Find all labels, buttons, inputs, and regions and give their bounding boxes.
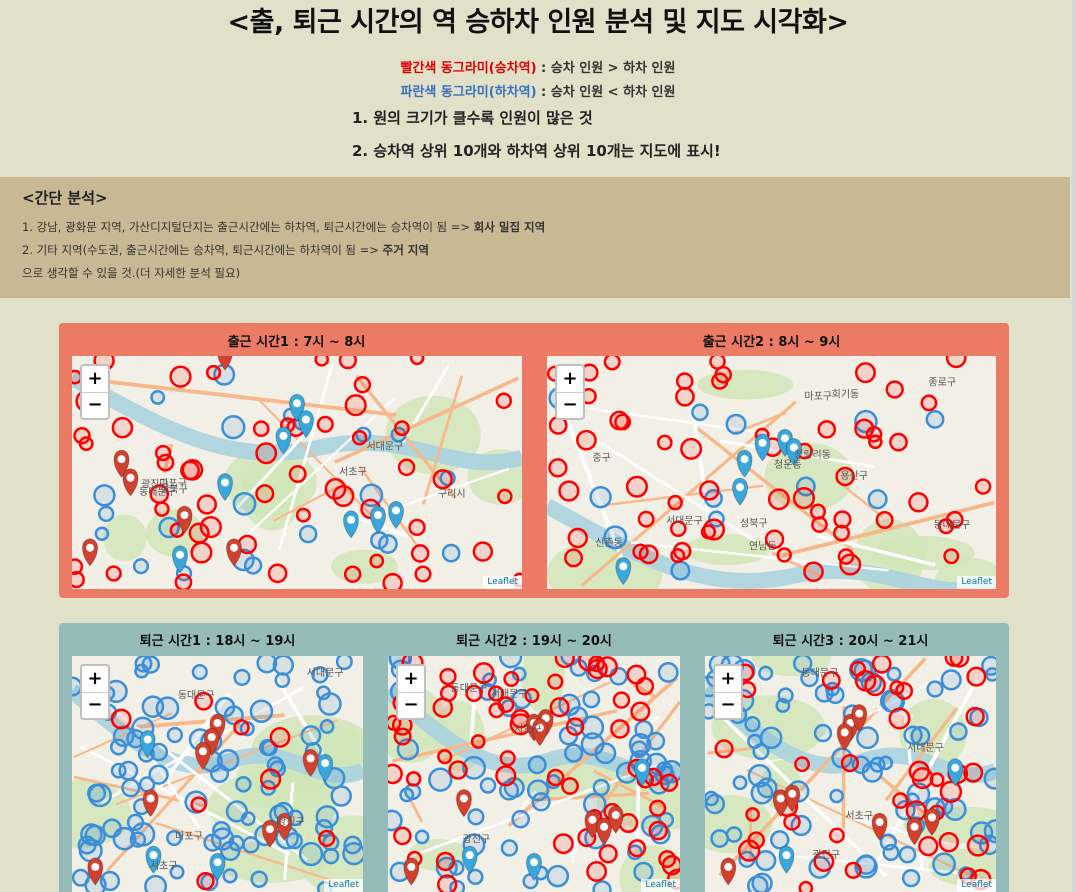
district-label: 마포구 (175, 831, 203, 843)
legend-blue-desc: : 승차 인원 < 하차 인원 (536, 85, 676, 100)
district-label: 서대문구 (307, 667, 344, 679)
district-label: 서초구 (339, 466, 367, 478)
map-morning-2[interactable]: 성북구 서대문구 종로구 동대문구 중구 용산구 마포구 신촌동 연남동 회기동 청량리동 청운동 +… (547, 356, 996, 589)
district-label: 연남동 (749, 540, 777, 552)
legend-blue: 파란색 동그라미(하차역) : 승차 인원 < 하차 인원 (0, 81, 1076, 100)
district-label: 광진구 (812, 849, 840, 861)
district-label: 중구 (592, 452, 610, 464)
map-evening-2[interactable]: 서대문구 동대문구광진구 서초구 + − Leaflet (388, 656, 680, 892)
zoom-control: + − (396, 664, 426, 720)
leaflet-attribution[interactable]: Leaflet (641, 879, 680, 892)
page-title: <출, 퇴근 시간의 역 승하차 인원 분석 및 지도 시각화> (227, 7, 849, 38)
district-label: 구리시 (438, 488, 466, 500)
district-label: 회기동 (832, 389, 860, 401)
map-title-e1: 퇴근 시간1 : 18시 ~ 19시 (139, 634, 296, 649)
zoom-out-button[interactable]: − (398, 692, 424, 718)
district-label: 동대문구 (933, 519, 970, 531)
map-morning-1[interactable]: 구리시 서대문구 동대문구 성북구 광진구 서초구 마포구 + − Leaflet (72, 356, 522, 589)
analysis-line-1: 1. 강남, 광화문 지역, 가산디지털단지는 출근시간에는 하차역, 퇴근시간… (22, 220, 546, 234)
district-label: 동대문구 (451, 682, 488, 694)
evening-panel: 퇴근 시간1 : 18시 ~ 19시 퇴근 시간2 : 19시 ~ 20시 퇴근… (59, 623, 1009, 892)
morning-panel: 출근 시간1 : 7시 ~ 8시 출근 시간2 : 8시 ~ 9시 구리시서대문… (59, 323, 1009, 598)
district-label: 서초구 (845, 810, 873, 822)
zoom-in-button[interactable]: + (715, 666, 741, 692)
district-label: 서대문구 (666, 515, 703, 527)
map-title-e3: 퇴근 시간3 : 20시 ~ 21시 (772, 634, 929, 649)
leaflet-attribution[interactable]: Leaflet (957, 879, 996, 892)
legend-red-desc: : 승차 인원 > 하차 인원 (536, 61, 676, 76)
legend-blue-label: 파란색 동그라미(하차역) (400, 85, 537, 100)
district-label: 서대문구 (491, 688, 528, 700)
legend-red: 빨간색 동그라미(승차역) : 승차 인원 > 하차 인원 (0, 57, 1076, 76)
map-evening-3[interactable]: 서대문구 동대문구광진구 서초구 + − Leaflet (705, 656, 996, 892)
district-label: 청운동 (774, 459, 802, 471)
zoom-control: + − (80, 364, 110, 420)
zoom-out-button[interactable]: − (557, 392, 583, 418)
analysis-box: <간단 분석> 1. 강남, 광화문 지역, 가산디지털단지는 출근시간에는 하… (0, 177, 1070, 298)
note-top-stations: 2. 승차역 상위 10개와 하차역 상위 10개는 지도에 표시! (352, 142, 721, 160)
zoom-in-button[interactable]: + (82, 366, 108, 392)
map-title-m2: 출근 시간2 : 8시 ~ 9시 (702, 335, 841, 350)
district-label: 용산구 (840, 470, 868, 482)
analysis-line-2: 2. 기타 지역(수도권, 출근시간에는 승차역, 퇴근시간에는 하차역이 됨 … (22, 243, 429, 257)
district-label: 광진구 (277, 816, 305, 828)
scrollbar-track[interactable] (1072, 0, 1076, 892)
analysis-heading: <간단 분석> (22, 189, 108, 207)
map-title-m1: 출근 시간1 : 7시 ~ 8시 (227, 335, 366, 350)
zoom-out-button[interactable]: − (82, 392, 108, 418)
district-label: 서초구 (150, 860, 178, 872)
district-label: 마포구 (159, 477, 187, 489)
district-label: 광진구 (463, 834, 491, 846)
zoom-in-button[interactable]: + (398, 666, 424, 692)
legend-red-label: 빨간색 동그라미(승차역) (400, 61, 537, 76)
leaflet-attribution[interactable]: Leaflet (324, 879, 363, 892)
note-circle-size: 1. 원의 크기가 클수록 인원이 많은 것 (352, 109, 593, 127)
analysis-line-3: 으로 생각할 수 있을 것.(더 자세한 분석 필요) (22, 266, 241, 280)
district-label: 동대문구 (802, 667, 839, 679)
leaflet-attribution[interactable]: Leaflet (483, 576, 522, 589)
zoom-out-button[interactable]: − (82, 692, 108, 718)
map-title-e2: 퇴근 시간2 : 19시 ~ 20시 (456, 634, 612, 649)
zoom-in-button[interactable]: + (82, 666, 108, 692)
district-label: 신촌동 (595, 537, 623, 549)
zoom-in-button[interactable]: + (557, 366, 583, 392)
district-label: 마포구 (804, 390, 832, 402)
district-label: 성북구 (740, 517, 768, 529)
district-label: 동대문구 (178, 690, 215, 702)
zoom-control: + − (80, 664, 110, 720)
zoom-control: + − (555, 364, 585, 420)
zoom-out-button[interactable]: − (715, 692, 741, 718)
leaflet-attribution[interactable]: Leaflet (957, 576, 996, 589)
district-label: 종로구 (928, 376, 956, 388)
map-evening-1[interactable]: 서대문구동대문구광진구마포구서초구 + − Leaflet (72, 656, 363, 892)
district-label: 서초구 (514, 723, 542, 735)
district-label: 서대문구 (907, 742, 944, 754)
zoom-control: + − (713, 664, 743, 720)
district-label: 서대문구 (366, 441, 403, 453)
